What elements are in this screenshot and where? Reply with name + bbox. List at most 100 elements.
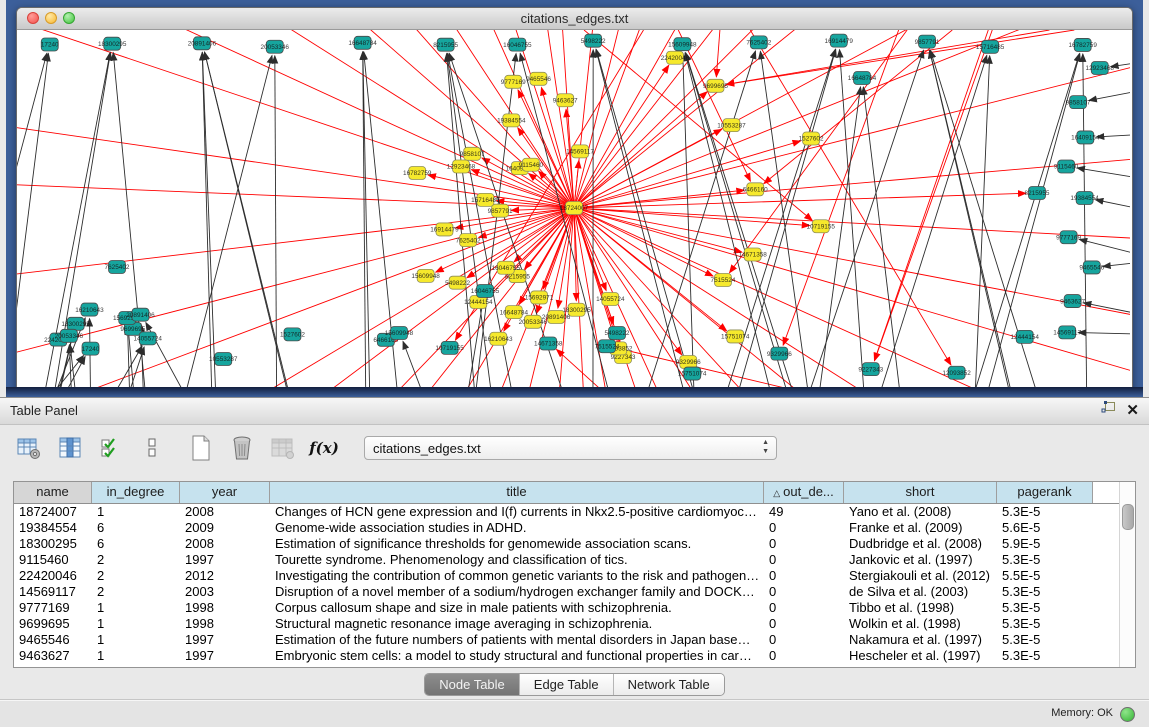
show-columns-icon[interactable]	[57, 435, 83, 461]
table-row[interactable]: 1938455462009Genome-wide association stu…	[14, 520, 1135, 536]
column-header-name[interactable]: name	[14, 482, 92, 503]
svg-text:10553287: 10553287	[717, 122, 746, 129]
network-node[interactable]: 19384554	[1070, 192, 1099, 205]
network-node[interactable]: 7625402	[105, 261, 130, 274]
network-node[interactable]: 16782759	[403, 166, 432, 179]
network-node[interactable]: 20053346	[261, 40, 290, 53]
table-cell: 18300295	[14, 536, 92, 552]
network-node[interactable]: 6466160	[743, 183, 768, 196]
scrollbar-thumb[interactable]	[1122, 504, 1134, 530]
svg-text:5498222: 5498222	[605, 330, 630, 337]
column-header-pagerank[interactable]: pagerank	[997, 482, 1093, 503]
table-row[interactable]: 969969511998Structural magnetic resonanc…	[14, 616, 1135, 632]
table-row[interactable]: 946362711997Embryonic stem cells: a mode…	[14, 648, 1135, 664]
network-node[interactable]: 8215955	[1025, 187, 1050, 200]
tab-network-table[interactable]: Network Table	[614, 674, 724, 695]
svg-text:5498222: 5498222	[581, 38, 606, 45]
table-selector[interactable]: citations_edges.txt ▲▼	[364, 436, 777, 460]
network-node[interactable]: 9115460	[1054, 160, 1079, 173]
network-node[interactable]: 10553287	[209, 352, 238, 365]
function-builder-icon[interactable]: f(x)	[311, 435, 337, 461]
table-cell: Wolkin et al. (1998)	[844, 616, 997, 632]
network-node[interactable]: 7625402	[746, 36, 771, 49]
network-node[interactable]: 14569117	[1053, 326, 1081, 339]
column-header-in_degree[interactable]: in_degree	[92, 482, 180, 503]
network-node[interactable]: 17240	[41, 38, 59, 51]
network-node[interactable]: 14671358	[534, 337, 563, 350]
network-node[interactable]: 16914479	[825, 34, 854, 47]
network-node[interactable]: 9857791	[915, 35, 940, 48]
network-node[interactable]: 9699695	[703, 79, 728, 92]
table-cell: 1	[92, 632, 180, 648]
table-cell: 1	[92, 648, 180, 664]
network-window-title: citations_edges.txt	[17, 11, 1132, 26]
network-node[interactable]: 9329966	[676, 355, 701, 368]
table-vertical-scrollbar[interactable]	[1119, 482, 1135, 667]
network-node[interactable]: 16210643	[75, 303, 104, 316]
network-canvas[interactable]: 18300295 20891406 20053346 16648784 8215955 1…	[17, 30, 1130, 390]
table-row[interactable]: 1872400712008Changes of HCN gene express…	[14, 504, 1135, 520]
network-node[interactable]: 5498222	[445, 276, 470, 289]
svg-text:18724007: 18724007	[560, 205, 589, 212]
table-row[interactable]: 1830029562008Estimation of significance …	[14, 536, 1135, 552]
table-row[interactable]: 977716911998Corpus callosum shape and si…	[14, 600, 1135, 616]
network-node[interactable]: 19384554	[497, 114, 526, 127]
network-node[interactable]: 16782759	[1068, 38, 1097, 51]
table-settings-icon[interactable]	[16, 435, 42, 461]
close-panel-icon[interactable]: ✕	[1126, 398, 1139, 424]
network-node[interactable]: 7515524	[711, 274, 736, 287]
network-node[interactable]: 16648784	[348, 36, 377, 49]
network-node[interactable]: 16210643	[484, 332, 513, 345]
network-node[interactable]: 16648784	[848, 72, 877, 85]
network-node[interactable]: 16648784	[500, 306, 529, 319]
network-window-titlebar[interactable]: citations_edges.txt	[17, 8, 1132, 30]
delete-table-icon[interactable]	[229, 435, 255, 461]
svg-text:22420046: 22420046	[661, 55, 690, 62]
network-node[interactable]: 9463627	[553, 94, 578, 107]
network-node[interactable]: 15716485	[976, 40, 1005, 53]
column-header-title[interactable]: title	[270, 482, 764, 503]
column-header-out_de[interactable]: △out_de...	[764, 482, 844, 503]
svg-text:15751074: 15751074	[721, 334, 750, 341]
create-table-icon[interactable]	[188, 435, 214, 461]
svg-text:9329966: 9329966	[676, 359, 701, 366]
tab-edge-table[interactable]: Edge Table	[520, 674, 614, 695]
network-node[interactable]: 9465546	[526, 72, 551, 85]
table-row[interactable]: 946554611997Estimation of the future num…	[14, 632, 1135, 648]
select-visible-columns-icon[interactable]	[98, 435, 124, 461]
network-node[interactable]: 15609948	[411, 269, 440, 282]
network-node[interactable]: 9777169	[1056, 231, 1081, 244]
network-node[interactable]: 9227343	[858, 363, 883, 376]
network-node[interactable]: 1527602	[799, 132, 824, 145]
network-node[interactable]: 16409154	[1071, 131, 1100, 144]
network-node[interactable]: 20891406	[188, 37, 217, 50]
network-node[interactable]: 9463627	[1060, 295, 1085, 308]
table-row[interactable]: 1456911722003Disruption of a novel membe…	[14, 584, 1135, 600]
network-node[interactable]: 15609948	[668, 38, 697, 51]
network-node[interactable]: 18300295	[98, 37, 127, 50]
network-node[interactable]: 12093852	[942, 366, 971, 379]
table-row[interactable]: 2242004622012Investigating the contribut…	[14, 568, 1135, 584]
float-panel-icon[interactable]	[1101, 398, 1116, 424]
network-node[interactable]: 15751074	[678, 367, 707, 380]
table-panel-titlebar: Table Panel ✕	[0, 397, 1149, 425]
column-header-short[interactable]: short	[844, 482, 997, 503]
row-view-icon[interactable]	[139, 435, 165, 461]
network-node[interactable]: 9777169	[501, 75, 526, 88]
network-node[interactable]: 1527602	[280, 328, 305, 341]
network-node[interactable]: 12444154	[1010, 330, 1039, 343]
network-node[interactable]: 9465546	[1079, 261, 1104, 274]
network-node[interactable]: 9329966	[767, 347, 792, 360]
column-header-year[interactable]: year	[180, 482, 270, 503]
svg-text:9465546: 9465546	[526, 76, 551, 83]
table-row[interactable]: 911546021997Tourette syndrome. Phenomeno…	[14, 552, 1135, 568]
network-node[interactable]: 9858107	[1066, 96, 1091, 109]
network-node[interactable]: 12923468	[447, 160, 476, 173]
network-node[interactable]: 17240	[82, 342, 100, 355]
network-node[interactable]: 14671358	[738, 248, 767, 261]
network-node[interactable]: 18300295	[61, 317, 90, 330]
tab-node-table[interactable]: Node Table	[425, 674, 520, 695]
network-node[interactable]: 16046755	[503, 38, 532, 51]
network-node[interactable]: 8215955	[433, 38, 458, 51]
network-node[interactable]: 5498222	[605, 327, 630, 340]
